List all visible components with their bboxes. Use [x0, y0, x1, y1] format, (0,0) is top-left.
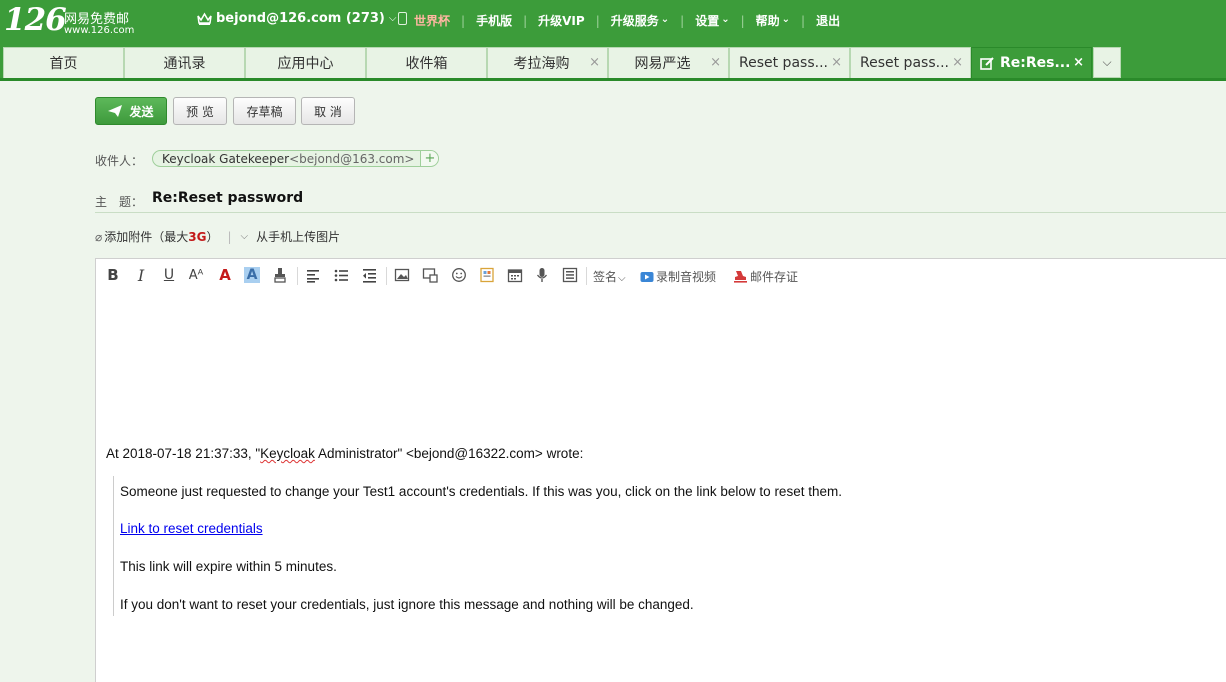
signature-dropdown[interactable]: 签名⌵ [593, 268, 626, 285]
font-size-button[interactable]: Aᴬ [188, 267, 204, 283]
tab-contacts[interactable]: 通讯录 [124, 47, 245, 78]
compose-area: 发送 预 览 存草稿 取 消 收件人： Keycloak Gatekeeper … [0, 81, 1226, 682]
nav-logout[interactable]: 退出 [816, 12, 840, 29]
tab-reset-password-2[interactable]: Reset pass... × [850, 47, 971, 78]
record-video-button[interactable]: 录制音视频 [640, 268, 716, 285]
tab-home[interactable]: 首页 [3, 47, 124, 78]
add-attachment-link[interactable]: 添加附件（最大3G） [104, 228, 218, 245]
calendar-icon[interactable] [507, 267, 523, 283]
close-icon[interactable]: × [710, 55, 721, 70]
subject-input[interactable]: Re:Reset password [152, 190, 303, 206]
more-tabs-chevron-down-icon[interactable]: ⌵ [1093, 47, 1121, 78]
attachment-row: ⌀ 添加附件（最大3G） | ⌵ 从手机上传图片 [95, 228, 341, 245]
top-nav: 世界杯 | 手机版 | 升级VIP | 升级服务 | 设置 | 帮助 | 退出 [414, 12, 840, 29]
recipient-email: <bejond@163.com> [289, 151, 415, 166]
stamp-icon [734, 271, 747, 283]
image-icon[interactable] [394, 267, 410, 283]
recipient-name: Keycloak Gatekeeper [162, 151, 290, 166]
top-header: 126 网易免费邮 www.126.com bejond@126.com (27… [0, 0, 1226, 44]
upload-from-phone-link[interactable]: 从手机上传图片 [256, 228, 340, 245]
indent-icon[interactable] [361, 267, 377, 283]
bg-color-button[interactable]: A [244, 267, 260, 283]
paper-plane-icon [108, 105, 123, 117]
rich-text-editor[interactable]: B I U Aᴬ A A 签名⌵ 录制音视频 邮件存证 At 2018-07-1… [95, 258, 1226, 682]
send-button[interactable]: 发送 [95, 97, 167, 125]
account-menu[interactable]: bejond@126.com (273) ⌵ [197, 11, 396, 26]
logo-url: www.126.com [64, 25, 135, 36]
nav-world-cup[interactable]: 世界杯 [414, 12, 450, 29]
save-draft-button[interactable]: 存草稿 [233, 97, 296, 125]
nav-mobile[interactable]: 手机版 [476, 12, 512, 29]
tab-app-center[interactable]: 应用中心 [245, 47, 366, 78]
nav-help[interactable]: 帮助 [756, 12, 790, 29]
subject-divider [95, 212, 1226, 213]
phone-icon[interactable] [398, 12, 407, 25]
tab-bar: 首页 通讯录 应用中心 收件箱 考拉海购 × 网易严选 × Reset pass… [0, 44, 1226, 81]
spellcheck-word: Keycloak [260, 446, 315, 461]
close-icon[interactable]: × [831, 55, 842, 70]
close-icon[interactable]: × [589, 55, 600, 70]
recipient-chip[interactable]: Keycloak Gatekeeper <bejond@163.com> + [152, 150, 440, 167]
tab-re-reset-active[interactable]: Re:Res... × [971, 47, 1092, 78]
mail-evidence-button[interactable]: 邮件存证 [733, 268, 798, 285]
tab-kaola[interactable]: 考拉海购 × [487, 47, 608, 78]
recipient-label: 收件人： [95, 154, 144, 168]
paperclip-icon: ⌀ [95, 229, 103, 244]
nav-upgrade-vip[interactable]: 升级VIP [538, 12, 585, 29]
quote-line-2: This link will expire within 5 minutes. [120, 559, 337, 574]
unread-count: (273) [345, 11, 385, 26]
nav-upgrade-service[interactable]: 升级服务 [611, 12, 669, 29]
table-icon[interactable] [562, 267, 578, 283]
chevron-down-icon[interactable]: ⌵ [241, 231, 249, 242]
cancel-button[interactable]: 取 消 [301, 97, 355, 125]
tab-yanxuan[interactable]: 网易严选 × [608, 47, 729, 78]
format-brush-icon[interactable] [272, 267, 288, 283]
quote-bar [113, 476, 114, 616]
underline-button[interactable]: U [161, 267, 177, 283]
account-email: bejond@126.com [216, 11, 342, 26]
chevron-down-icon: ⌵ [388, 13, 397, 24]
font-color-button[interactable]: A [217, 266, 233, 284]
compose-icon [980, 56, 994, 70]
list-icon[interactable] [333, 267, 349, 283]
subject-label: 主 题： [95, 195, 144, 209]
quote-line-1: Someone just requested to change your Te… [120, 484, 842, 499]
emoji-icon[interactable] [451, 267, 467, 283]
add-recipient-icon[interactable]: + [420, 151, 439, 166]
nav-settings[interactable]: 设置 [695, 12, 729, 29]
editor-toolbar: B I U Aᴬ A A 签名⌵ 录制音视频 邮件存证 [96, 259, 1226, 291]
video-camera-icon [640, 272, 654, 282]
logo-number: 126 [4, 2, 67, 38]
tab-reset-password-1[interactable]: Reset pass... × [729, 47, 850, 78]
crown-icon [197, 12, 212, 25]
screenshot-icon[interactable] [422, 267, 438, 283]
close-icon[interactable]: × [1073, 55, 1084, 70]
tab-inbox[interactable]: 收件箱 [366, 47, 487, 78]
chevron-down-icon: ⌵ [618, 273, 626, 284]
bold-button[interactable]: B [105, 266, 121, 284]
preview-button[interactable]: 预 览 [173, 97, 227, 125]
close-icon[interactable]: × [952, 55, 963, 70]
reset-credentials-link[interactable]: Link to reset credentials [120, 521, 263, 536]
quote-header: At 2018-07-18 21:37:33, "Keycloak Admini… [106, 446, 584, 461]
template-icon[interactable] [479, 267, 495, 283]
align-icon[interactable] [305, 267, 321, 283]
italic-button[interactable]: I [133, 266, 149, 285]
quote-line-3: If you don't want to reset your credenti… [120, 597, 694, 612]
microphone-icon[interactable] [534, 267, 550, 283]
